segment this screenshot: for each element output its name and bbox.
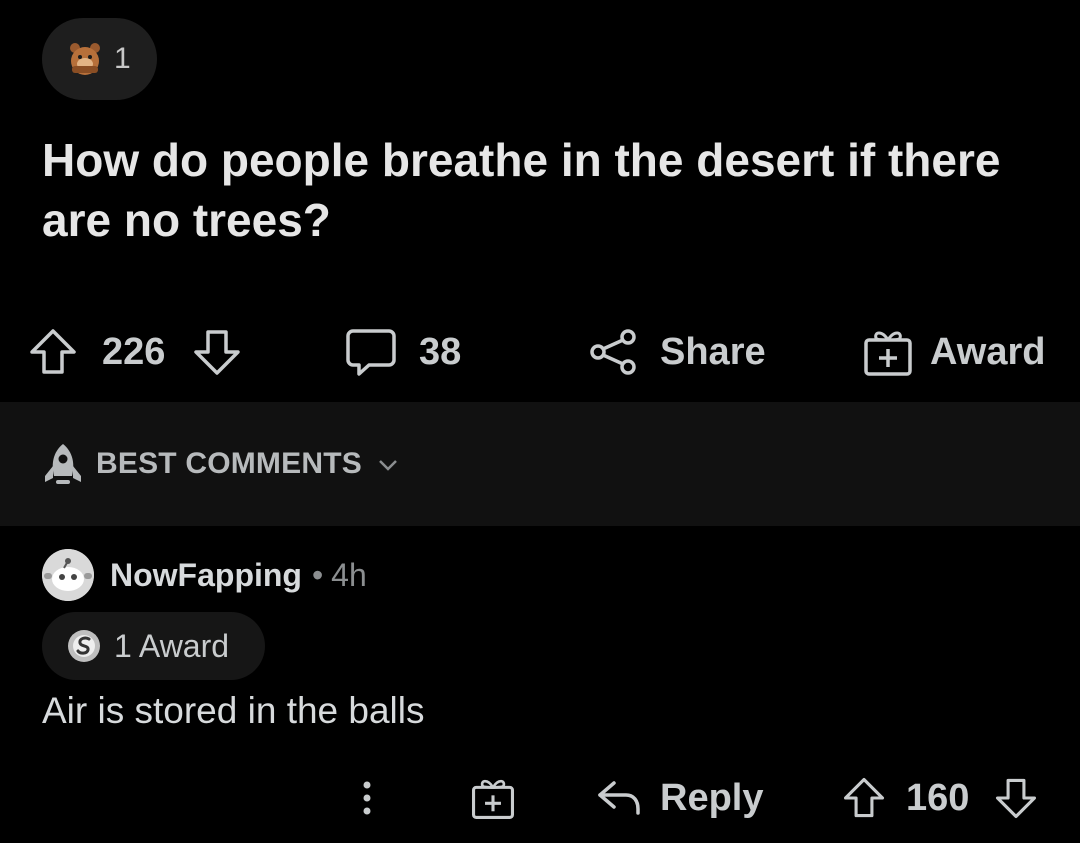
post-award-button[interactable]: Award [862, 312, 1045, 392]
comment-action-bar: Reply 160 [0, 760, 1080, 836]
comment-reply-label: Reply [660, 776, 764, 819]
post-action-bar: 226 38 Share Award [0, 312, 1080, 392]
comment-award-button[interactable] [470, 760, 516, 836]
comment-award-label: 1 Award [114, 627, 230, 664]
post-award-label: Award [930, 330, 1046, 373]
chevron-down-icon [378, 458, 398, 472]
comment-meta-separator: • [311, 556, 324, 593]
comment-downvote-button[interactable] [994, 760, 1038, 836]
post-upvote-button[interactable] [28, 312, 78, 392]
comment-awards-pill[interactable]: 1 Award [42, 612, 265, 680]
arrow-down-outline-icon [192, 327, 242, 377]
comment-reply-button[interactable]: Reply [596, 760, 763, 836]
post-comment-count: 38 [419, 330, 462, 373]
post-comments-button[interactable]: 38 [345, 312, 461, 392]
arrow-up-outline-icon [842, 776, 886, 820]
share-nodes-icon [588, 327, 638, 377]
post-detail-page: 1 How do people breathe in the desert if… [0, 0, 1080, 843]
rocket-icon [42, 442, 84, 488]
arrow-up-outline-icon [28, 327, 78, 377]
comment-sort-bar[interactable]: BEST COMMENTS [0, 402, 1080, 526]
gift-box-icon [470, 775, 516, 821]
arrow-down-outline-icon [994, 776, 1038, 820]
comment-header: NowFapping • 4h [42, 548, 367, 602]
post-vote-count: 226 [102, 330, 166, 373]
comment-body: Air is stored in the balls [42, 690, 425, 731]
comment-username[interactable]: NowFapping [110, 557, 302, 594]
comment-age: 4h [331, 556, 367, 593]
post-share-label: Share [660, 330, 766, 373]
post-share-button[interactable]: Share [588, 312, 766, 392]
comment-more-button[interactable] [352, 760, 382, 836]
silver-award-icon [66, 628, 102, 664]
comment-upvote-button[interactable] [842, 760, 886, 836]
snoo-avatar-icon[interactable] [42, 549, 94, 601]
more-vertical-icon [352, 776, 382, 820]
bear-award-icon [66, 40, 104, 78]
post-title: How do people breathe in the desert if t… [42, 134, 1001, 246]
post-downvote-button[interactable] [192, 312, 242, 392]
gift-box-icon [862, 326, 914, 378]
post-award-count: 1 [114, 42, 131, 75]
post-awards-pill[interactable]: 1 [42, 18, 157, 100]
reply-arrow-icon [596, 775, 642, 821]
comment-sort-label: BEST COMMENTS [96, 447, 362, 480]
comment-vote-count: 160 [906, 776, 970, 819]
speech-bubble-icon [345, 326, 397, 378]
